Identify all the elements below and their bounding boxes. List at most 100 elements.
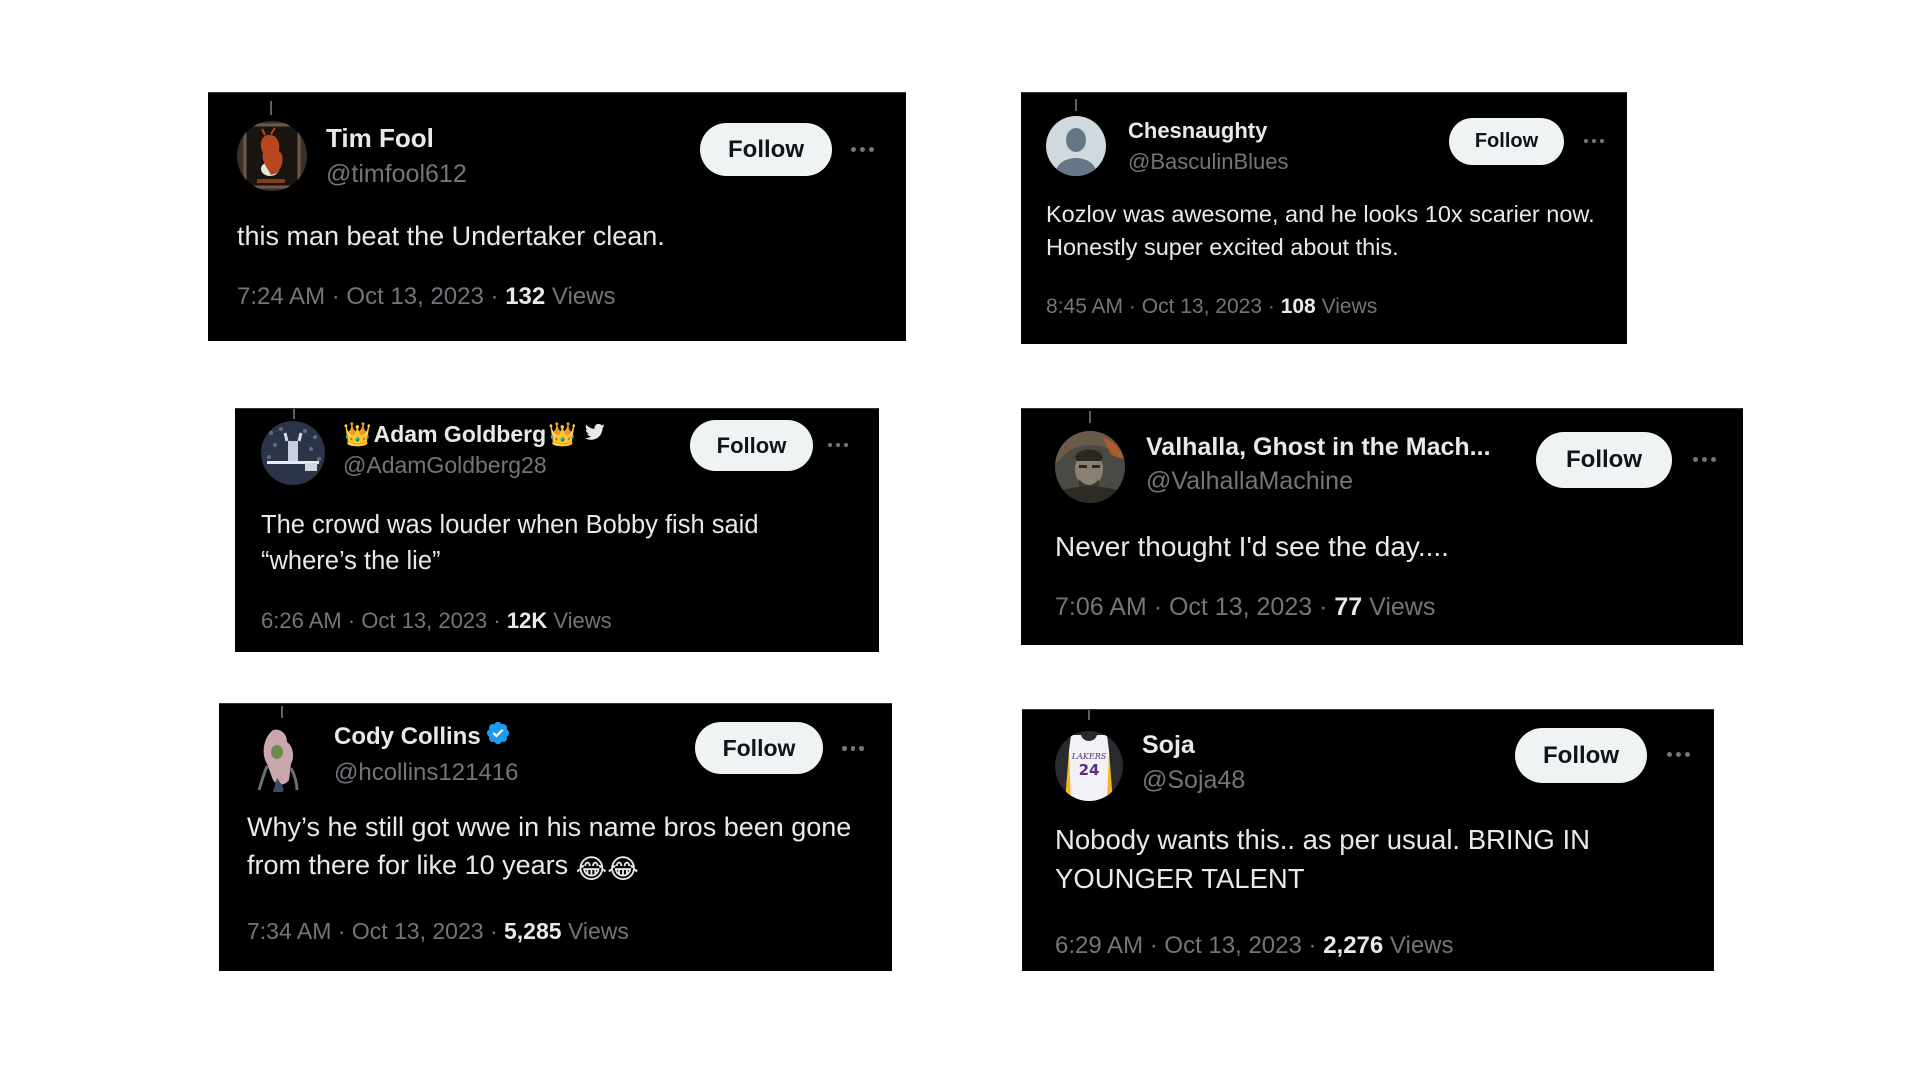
more-options-button[interactable] bbox=[1584, 139, 1604, 143]
user-handle[interactable]: @BasculinBlues bbox=[1128, 149, 1289, 175]
ellipsis-icon bbox=[851, 147, 856, 152]
separator: · bbox=[331, 283, 340, 310]
tweet-date[interactable]: Oct 13, 2023 bbox=[352, 918, 484, 944]
tweet-card: LAKERS 24 Soja @Soja48 Follow Nobody wan… bbox=[1022, 709, 1714, 971]
user-handle[interactable]: @Soja48 bbox=[1142, 766, 1245, 795]
user-handle[interactable]: @hcollins121416 bbox=[334, 759, 519, 787]
follow-button[interactable]: Follow bbox=[700, 123, 832, 176]
tweet-text: this man beat the Undertaker clean. bbox=[237, 221, 665, 251]
laughing-crying-emoji-icon: 😂😂 bbox=[575, 854, 639, 885]
ellipsis-dot bbox=[850, 746, 855, 751]
ellipsis-dot bbox=[1676, 752, 1681, 757]
user-handle[interactable]: @ValhallaMachine bbox=[1146, 467, 1491, 496]
tweet-meta: 6:29 AM · Oct 13, 2023 · 2,276 Views bbox=[1055, 932, 1454, 960]
tweet-card: Cody Collins @hcollins121416 Follow Why’… bbox=[219, 703, 892, 971]
avatar[interactable] bbox=[1046, 116, 1106, 176]
more-options-button[interactable] bbox=[1693, 457, 1716, 462]
ellipsis-dot bbox=[1592, 139, 1596, 143]
user-names: Chesnaughty @BasculinBlues bbox=[1128, 118, 1289, 175]
separator: · bbox=[490, 283, 499, 310]
tweet-card: Chesnaughty @BasculinBlues Follow Kozlov… bbox=[1021, 92, 1627, 344]
tweet-date[interactable]: Oct 13, 2023 bbox=[1164, 932, 1301, 959]
tweet-date[interactable]: Oct 13, 2023 bbox=[1169, 593, 1312, 621]
separator: · bbox=[337, 918, 346, 944]
separator: · bbox=[493, 608, 501, 633]
user-names: Soja @Soja48 bbox=[1142, 731, 1245, 795]
tweet-meta: 7:34 AM · Oct 13, 2023 · 5,285 Views bbox=[247, 918, 629, 945]
user-names: 👑 Adam Goldberg 👑 @AdamGoldberg28 bbox=[343, 421, 605, 479]
more-options-button[interactable] bbox=[828, 443, 848, 447]
more-options-button[interactable] bbox=[851, 147, 874, 152]
tweet-card: 👑 Adam Goldberg 👑 @AdamGoldberg28 Follow… bbox=[235, 408, 879, 652]
thread-line bbox=[270, 101, 272, 115]
avatar[interactable] bbox=[1055, 431, 1125, 503]
display-name[interactable]: 👑 Adam Goldberg 👑 bbox=[343, 421, 605, 448]
crowd-photo-avatar-icon bbox=[261, 421, 325, 485]
follow-button[interactable]: Follow bbox=[690, 420, 813, 471]
separator: · bbox=[1128, 295, 1136, 318]
tweet-date[interactable]: Oct 13, 2023 bbox=[361, 608, 487, 633]
display-name[interactable]: Cody Collins bbox=[334, 720, 519, 753]
ellipsis-icon bbox=[828, 443, 832, 447]
more-options-button[interactable] bbox=[842, 746, 864, 751]
user-handle[interactable]: @timfool612 bbox=[326, 160, 467, 189]
thread-line bbox=[1075, 99, 1077, 111]
display-name[interactable]: Tim Fool bbox=[326, 123, 467, 154]
default-user-avatar-icon bbox=[1046, 116, 1106, 176]
tweet-date[interactable]: Oct 13, 2023 bbox=[1142, 295, 1262, 318]
display-name[interactable]: Chesnaughty bbox=[1128, 118, 1289, 144]
avatar[interactable] bbox=[261, 421, 325, 485]
jersey-number-text: 24 bbox=[1079, 761, 1100, 779]
tweet-meta: 6:26 AM · Oct 13, 2023 · 12K Views bbox=[261, 608, 612, 634]
avatar[interactable]: LAKERS 24 bbox=[1055, 731, 1123, 801]
user-handle[interactable]: @AdamGoldberg28 bbox=[343, 452, 605, 479]
display-name[interactable]: Soja bbox=[1142, 731, 1245, 760]
tweet-time[interactable]: 8:45 AM bbox=[1046, 295, 1123, 318]
views-count: 5,285 bbox=[504, 918, 562, 944]
ellipsis-dot bbox=[1600, 139, 1604, 143]
separator: · bbox=[1308, 932, 1317, 959]
views-label: Views bbox=[1369, 593, 1436, 621]
avatar[interactable] bbox=[247, 724, 309, 794]
separator: · bbox=[1319, 593, 1328, 621]
ellipsis-icon bbox=[1667, 752, 1672, 757]
crown-emoji-icon: 👑 bbox=[548, 421, 577, 447]
tweet-text: Nobody wants this.. as per usual. BRING … bbox=[1055, 824, 1590, 895]
separator: · bbox=[1153, 593, 1163, 621]
views-count: 77 bbox=[1334, 593, 1363, 621]
follow-button[interactable]: Follow bbox=[1449, 118, 1564, 165]
avatar[interactable] bbox=[237, 121, 307, 191]
tweet-card: Tim Fool @timfool612 Follow this man bea… bbox=[208, 92, 906, 341]
jersey-brand-text: LAKERS bbox=[1071, 752, 1107, 761]
user-names: Valhalla, Ghost in the Mach... @Valhalla… bbox=[1146, 433, 1491, 496]
views-count: 12K bbox=[506, 608, 548, 633]
follow-button[interactable]: Follow bbox=[695, 722, 823, 774]
tweet-time[interactable]: 7:24 AM bbox=[237, 283, 325, 310]
ellipsis-dot bbox=[869, 147, 874, 152]
wrestler-avatar-icon bbox=[247, 724, 309, 794]
ellipsis-icon bbox=[1693, 457, 1698, 462]
ellipsis-dot bbox=[1685, 752, 1690, 757]
ellipsis-dot bbox=[844, 443, 848, 447]
portrait-avatar-icon bbox=[1055, 431, 1125, 503]
tweet-time[interactable]: 6:26 AM bbox=[261, 608, 342, 633]
display-name[interactable]: Valhalla, Ghost in the Mach... bbox=[1146, 433, 1491, 462]
verified-badge-icon bbox=[485, 720, 511, 753]
tweet-meta: 8:45 AM · Oct 13, 2023 · 108 Views bbox=[1046, 295, 1377, 319]
devil-figure-avatar-icon bbox=[237, 121, 307, 191]
ellipsis-icon bbox=[842, 746, 847, 751]
tweet-text: Never thought I'd see the day.... bbox=[1055, 531, 1449, 562]
thread-line bbox=[281, 706, 283, 718]
follow-button[interactable]: Follow bbox=[1515, 728, 1647, 783]
more-options-button[interactable] bbox=[1667, 752, 1690, 757]
tweet-time[interactable]: 7:06 AM bbox=[1055, 593, 1147, 621]
tweet-time[interactable]: 6:29 AM bbox=[1055, 932, 1143, 959]
tweet-meta: 7:06 AM · Oct 13, 2023 · 77 Views bbox=[1055, 593, 1435, 622]
follow-button[interactable]: Follow bbox=[1536, 432, 1672, 488]
thread-line bbox=[1088, 710, 1090, 720]
views-label: Views bbox=[1321, 295, 1378, 318]
tweet-date[interactable]: Oct 13, 2023 bbox=[346, 283, 483, 310]
user-names: Tim Fool @timfool612 bbox=[326, 123, 467, 189]
tweet-time[interactable]: 7:34 AM bbox=[247, 918, 331, 944]
tweet-card: Valhalla, Ghost in the Mach... @Valhalla… bbox=[1021, 408, 1743, 645]
